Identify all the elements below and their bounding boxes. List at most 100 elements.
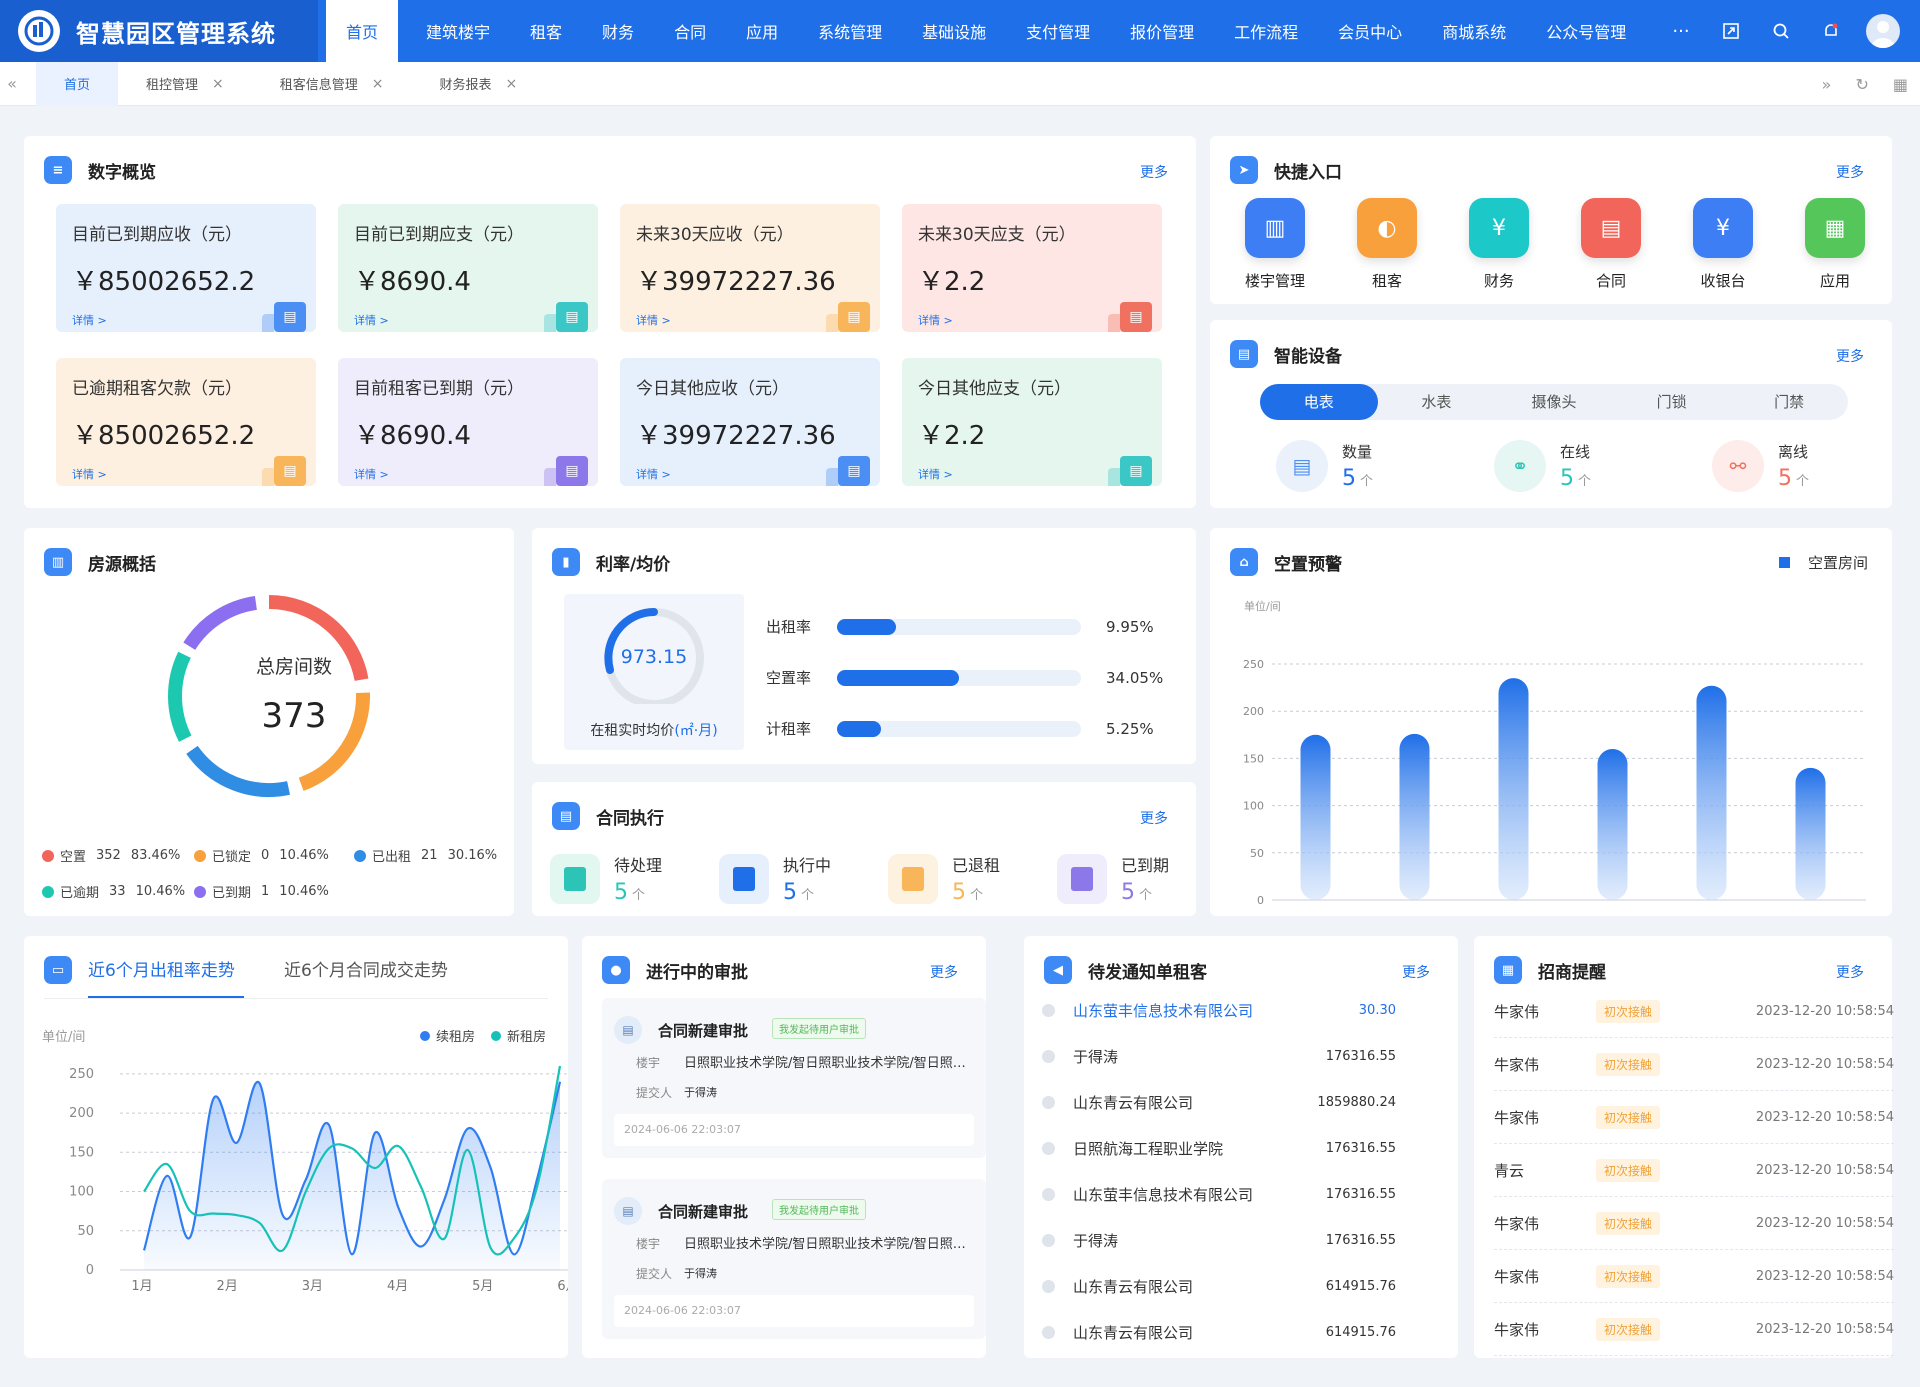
- notice-row[interactable]: 山东萤丰信息技术有限公司 176316.55: [1042, 1184, 1396, 1204]
- more-icon[interactable]: ···: [1656, 21, 1706, 42]
- approvals-more-link[interactable]: 更多: [930, 962, 958, 982]
- devices-more-link[interactable]: 更多: [1836, 346, 1864, 366]
- tab-2[interactable]: 租客信息管理 ×: [252, 62, 412, 106]
- logo[interactable]: 智慧园区管理系统: [0, 0, 318, 62]
- scroll-left-icon[interactable]: «: [0, 74, 24, 93]
- scroll-right-icon[interactable]: »: [1822, 75, 1832, 94]
- y-tick-label: 100: [1243, 800, 1264, 813]
- contract-stat[interactable]: 执行中 5 个: [719, 852, 831, 905]
- quick-item-label: 财务: [1483, 272, 1514, 290]
- tenant-icon: ◐: [1357, 198, 1417, 258]
- quick-item[interactable]: ◐ 租客: [1342, 198, 1432, 291]
- reminder-row[interactable]: 牛家伟 初次接触 2023-12-20 10:58:54: [1494, 1198, 1894, 1250]
- nav-item-9[interactable]: 报价管理: [1110, 0, 1214, 62]
- user-avatar[interactable]: [1866, 14, 1900, 48]
- overview-card[interactable]: 目前已到期应支（元） ￥8690.4 详情 > ▤: [338, 204, 598, 332]
- approval-building: 日照职业技术学院/智日照职业技术学院/智日照职业技术学院: [684, 1056, 978, 1071]
- bell-icon[interactable]: [1806, 22, 1856, 40]
- tab-0[interactable]: 首页: [36, 61, 119, 106]
- quick-item[interactable]: ▤ 合同: [1566, 198, 1656, 291]
- database-icon: ▤: [1276, 440, 1328, 492]
- grid-menu-icon[interactable]: ▦: [1893, 75, 1908, 94]
- reminder-row[interactable]: 牛家伟 初次接触 2023-12-20 10:58:54: [1494, 1092, 1894, 1144]
- overview-more-link[interactable]: 更多: [1140, 162, 1168, 182]
- contract-stat[interactable]: 已退租 5 个: [888, 852, 1000, 905]
- close-icon[interactable]: ×: [212, 76, 224, 92]
- notice-row[interactable]: 于得涛 176316.55: [1042, 1230, 1396, 1250]
- contract-stat[interactable]: 待处理 5 个: [550, 852, 662, 905]
- overview-card[interactable]: 已逾期租客欠款（元） ￥85002652.2 详情 > ▤: [56, 358, 316, 486]
- contract-stat[interactable]: 已到期 5 个: [1057, 852, 1169, 905]
- device-tab-2[interactable]: 摄像头: [1495, 384, 1613, 420]
- document-icon: ▤: [544, 456, 588, 486]
- notice-tenant: 山东青云有限公司: [1073, 1323, 1194, 1342]
- nav-item-10[interactable]: 工作流程: [1214, 0, 1318, 62]
- contract-stat-number: 5: [952, 880, 966, 905]
- approval-card[interactable]: ▤ 合同新建审批 我发起待用户审批 楼宇 日照职业技术学院/智日照职业技术学院/智日照职…: [602, 998, 986, 1158]
- rate-label: 空置率: [766, 669, 812, 687]
- approval-card[interactable]: ▤ 合同新建审批 我发起待用户审批 楼宇 日照职业技术学院/智日照职业技术学院/智日照职…: [602, 1179, 986, 1339]
- donut-segment: [183, 595, 258, 651]
- tab-contract-trend[interactable]: 近6个月合同成交走势: [284, 956, 448, 981]
- device-tab-4[interactable]: 门禁: [1730, 384, 1848, 420]
- overview-card[interactable]: 目前租客已到期（元） ￥8690.4 详情 > ▤: [338, 358, 598, 486]
- tab-1[interactable]: 租控管理 ×: [118, 62, 252, 106]
- device-tab-1[interactable]: 水表: [1378, 384, 1496, 420]
- reminder-row[interactable]: 牛家伟 初次接触 2023-12-20 10:58:54: [1494, 1039, 1894, 1091]
- nav-item-12[interactable]: 商城系统: [1422, 0, 1526, 62]
- contracts-more-link[interactable]: 更多: [1140, 808, 1168, 828]
- tab-label: 租控管理: [146, 78, 199, 93]
- overview-card[interactable]: 今日其他应收（元） ￥39972227.36 详情 > ▤: [620, 358, 880, 486]
- rate-bar: [837, 720, 1082, 737]
- quick-item[interactable]: ▥ 楼宇管理: [1230, 198, 1320, 291]
- notice-row[interactable]: 山东青云有限公司 614915.76: [1042, 1276, 1396, 1296]
- nav-item-3[interactable]: 财务: [582, 0, 654, 62]
- rate-row: 空置率 34.05%: [766, 667, 1166, 688]
- notice-row[interactable]: 山东青云有限公司 1859880.24: [1042, 1092, 1396, 1112]
- overview-card[interactable]: 今日其他应支（元） ￥2.2 详情 > ▤: [902, 358, 1162, 486]
- overview-card[interactable]: 未来30天应收（元） ￥39972227.36 详情 > ▤: [620, 204, 880, 332]
- notice-row[interactable]: 山东萤丰信息技术有限公司 30.30: [1042, 1000, 1396, 1020]
- quick-item[interactable]: ▦ 应用: [1790, 198, 1880, 291]
- search-icon[interactable]: [1756, 22, 1806, 40]
- notice-row[interactable]: 日照航海工程职业学院 176316.55: [1042, 1138, 1396, 1158]
- nav-item-0[interactable]: 首页: [326, 0, 399, 62]
- overview-card[interactable]: 目前已到期应收（元） ￥85002652.2 详情 > ▤: [56, 204, 316, 332]
- refresh-icon[interactable]: ↻: [1855, 75, 1868, 94]
- tab-label: 租客信息管理: [279, 78, 358, 93]
- nav-item-8[interactable]: 支付管理: [1006, 0, 1110, 62]
- nav-item-5[interactable]: 应用: [726, 0, 798, 62]
- reminder-row[interactable]: 牛家伟 初次接触 2023-12-20 10:58:54: [1494, 1251, 1894, 1303]
- tab-3[interactable]: 财务报表 ×: [412, 62, 546, 106]
- quick-item[interactable]: ¥ 财务: [1454, 198, 1544, 291]
- approvals-title: ● 进行中的审批: [602, 956, 748, 984]
- reminder-row[interactable]: 牛家伟 初次接触 2023-12-20 10:58:54: [1494, 1304, 1894, 1356]
- device-tab-3[interactable]: 门锁: [1613, 384, 1731, 420]
- notices-more-link[interactable]: 更多: [1402, 962, 1430, 982]
- reminder-row[interactable]: 青云 初次接触 2023-12-20 10:58:54: [1494, 1145, 1894, 1197]
- nav-item-1[interactable]: 建筑楼宇: [406, 0, 510, 62]
- tab-rent-trend[interactable]: 近6个月出租率走势: [88, 956, 235, 981]
- nav-item-2[interactable]: 租客: [510, 0, 582, 62]
- nav-item-4[interactable]: 合同: [654, 0, 726, 62]
- quick-more-link[interactable]: 更多: [1836, 162, 1864, 182]
- reminder-row[interactable]: 牛家伟 初次接触 2023-12-20 10:58:54: [1494, 986, 1894, 1038]
- legend-count: 0: [261, 848, 270, 863]
- nav-item-11[interactable]: 会员中心: [1318, 0, 1422, 62]
- fullscreen-icon[interactable]: [1706, 22, 1756, 40]
- notice-row[interactable]: 山东青云有限公司 614915.76: [1042, 1322, 1396, 1342]
- tab-label: 财务报表: [439, 78, 492, 93]
- reminders-more-link[interactable]: 更多: [1836, 962, 1864, 982]
- notice-amount: 176316.55: [1325, 1140, 1396, 1156]
- nav-item-13[interactable]: 公众号管理: [1526, 0, 1646, 62]
- overview-card[interactable]: 未来30天应支（元） ￥2.2 详情 > ▤: [902, 204, 1162, 332]
- nav-item-7[interactable]: 基础设施: [902, 0, 1006, 62]
- legend-count: 1: [261, 884, 270, 899]
- close-icon[interactable]: ×: [506, 76, 518, 92]
- notice-row[interactable]: 于得涛 176316.55: [1042, 1046, 1396, 1066]
- nav-item-6[interactable]: 系统管理: [798, 0, 902, 62]
- device-tab-0[interactable]: 电表: [1260, 384, 1378, 420]
- quick-item[interactable]: ¥ 收银台: [1678, 198, 1768, 291]
- bar-chart-icon: ▮: [552, 548, 580, 576]
- close-icon[interactable]: ×: [372, 76, 384, 92]
